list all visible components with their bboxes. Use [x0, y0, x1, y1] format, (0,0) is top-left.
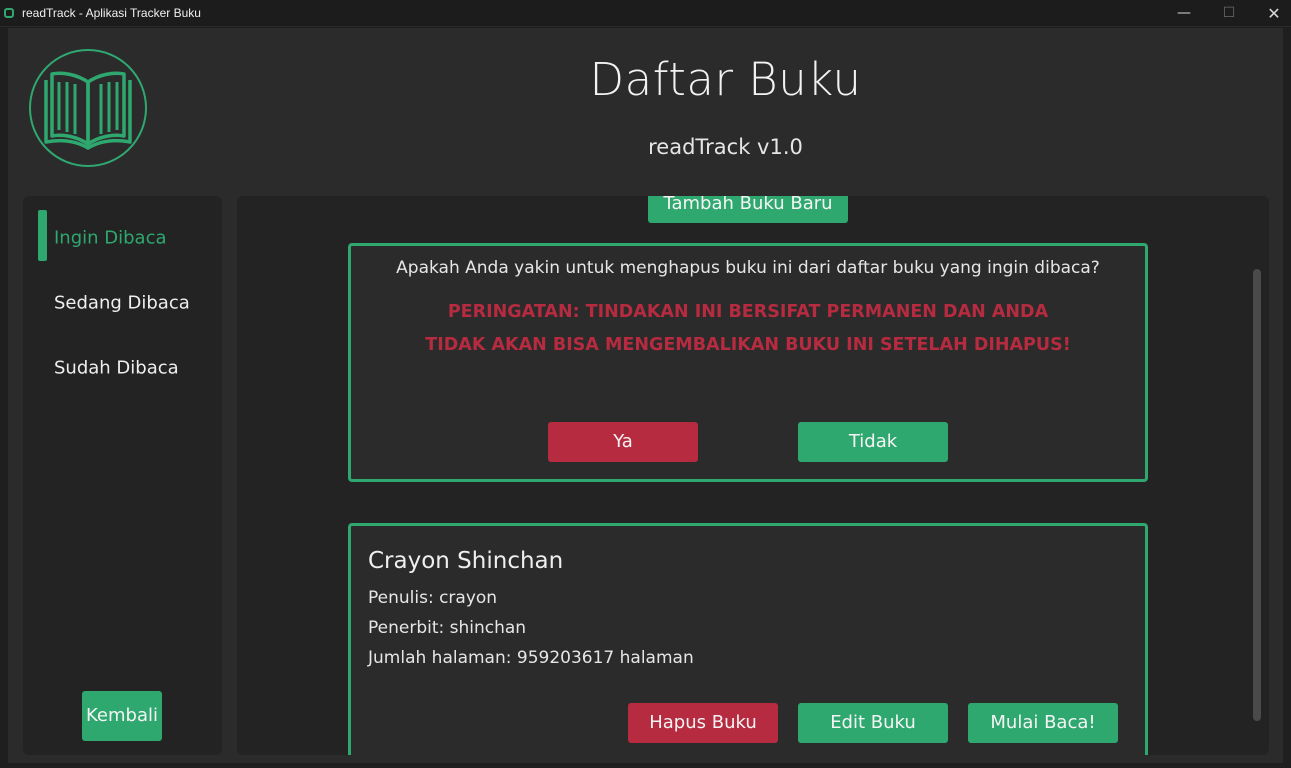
vertical-scrollbar[interactable] [1253, 269, 1261, 721]
warning-message: PERINGATAN: TINDAKAN INI BERSIFAT PERMAN… [391, 296, 1105, 362]
warning-line-1: PERINGATAN: TINDAKAN INI BERSIFAT PERMAN… [447, 302, 1049, 322]
open-book-icon [29, 49, 147, 167]
app-window: Daftar Buku readTrack v1.0 Ingin Dibaca … [8, 28, 1283, 763]
confirmation-question: Apakah Anda yakin untuk menghapus buku i… [396, 258, 1100, 278]
start-reading-button[interactable]: Mulai Baca! [968, 703, 1118, 743]
book-page-count: Jumlah halaman: 959203617 halaman [368, 648, 694, 668]
book-card: Crayon Shinchan Penulis: crayon Penerbit… [348, 523, 1148, 755]
confirm-yes-button[interactable]: Ya [548, 422, 698, 462]
active-indicator [38, 210, 47, 261]
page-title: Daftar Buku [589, 53, 862, 106]
book-publisher: Penerbit: shinchan [368, 618, 527, 638]
sidebar-item-label: Sedang Dibaca [54, 292, 190, 314]
sidebar: Ingin Dibaca Sedang Dibaca Sudah Dibaca … [23, 196, 222, 755]
book-title: Crayon Shinchan [368, 548, 564, 574]
edit-book-button[interactable]: Edit Buku [798, 703, 948, 743]
confirm-no-button[interactable]: Tidak [798, 422, 948, 462]
back-button[interactable]: Kembali [82, 691, 162, 741]
book-author: Penulis: crayon [368, 588, 498, 608]
maximize-button[interactable]: ☐ [1206, 0, 1252, 27]
warning-line-2: TIDAK AKAN BISA MENGEMBALIKAN BUKU INI S… [425, 335, 1071, 355]
sidebar-item-label: Ingin Dibaca [54, 227, 167, 249]
app-version: readTrack v1.0 [648, 135, 803, 159]
sidebar-item-label: Sudah Dibaca [54, 357, 179, 379]
sidebar-item-sudah-dibaca[interactable]: Sudah Dibaca [23, 340, 222, 390]
delete-book-button[interactable]: Hapus Buku [628, 703, 778, 743]
close-button[interactable]: ✕ [1251, 0, 1291, 27]
add-book-button[interactable]: Tambah Buku Baru [648, 196, 848, 223]
sidebar-item-sedang-dibaca[interactable]: Sedang Dibaca [23, 275, 222, 325]
app-icon [4, 8, 14, 18]
book-list-panel: Tambah Buku Baru Apakah Anda yakin untuk… [237, 196, 1269, 755]
sidebar-item-ingin-dibaca[interactable]: Ingin Dibaca [23, 210, 222, 261]
window-title: readTrack - Aplikasi Tracker Buku [22, 6, 201, 20]
delete-confirmation-dialog: Apakah Anda yakin untuk menghapus buku i… [348, 243, 1148, 482]
title-bar: readTrack - Aplikasi Tracker Buku — ☐ ✕ [0, 0, 1291, 27]
minimize-button[interactable]: — [1161, 0, 1207, 27]
